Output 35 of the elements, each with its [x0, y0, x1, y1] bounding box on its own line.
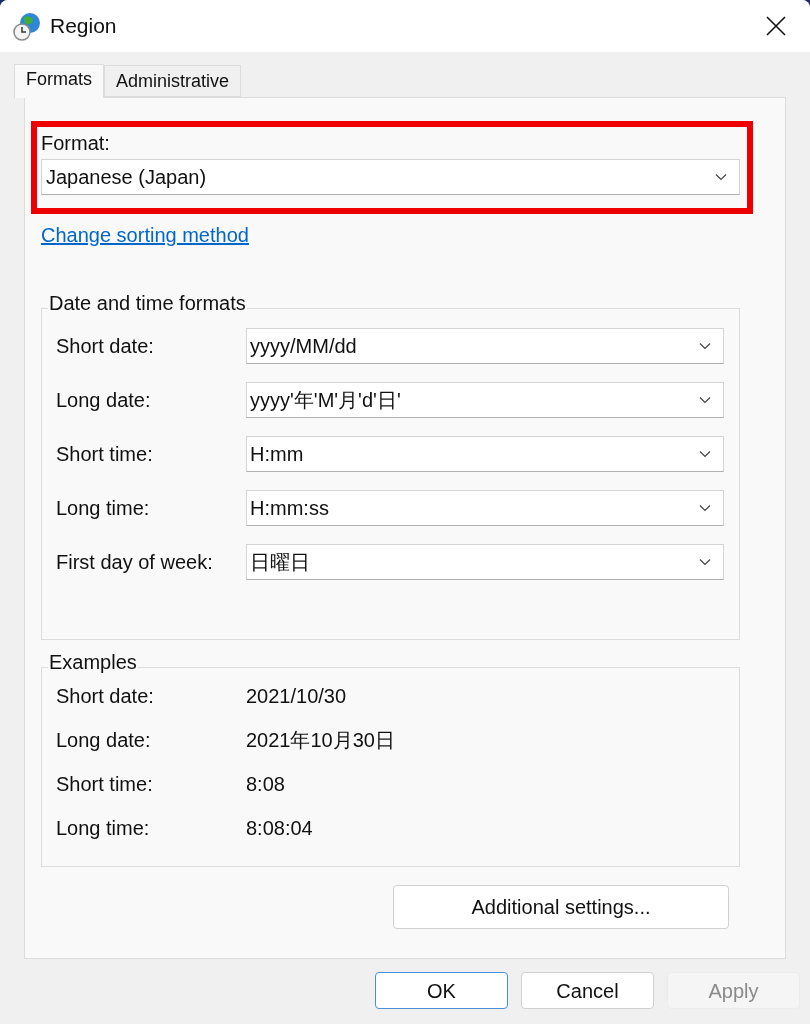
example-value: 8:08:04: [246, 816, 313, 841]
field-label: Long time:: [56, 496, 151, 521]
dropdown[interactable]: yyyy'年'M'月'd'日': [246, 382, 724, 418]
dropdown[interactable]: Japanese (Japan): [41, 159, 740, 195]
field-label: Long date:: [56, 388, 152, 413]
example-value: 2021/10/30: [246, 684, 347, 709]
window-title: Region: [50, 13, 117, 40]
chevron-down-icon: [699, 396, 711, 404]
chevron-down-icon: [699, 450, 711, 458]
dropdown[interactable]: yyyy/MM/dd: [246, 328, 724, 364]
example-label: Long time:: [56, 816, 151, 841]
dropdown[interactable]: H:mm: [246, 436, 724, 472]
sorting-link[interactable]: Change sorting method: [41, 220, 249, 250]
format-label: Format:: [41, 131, 111, 156]
chevron-down-icon: [699, 342, 711, 350]
tab[interactable]: Formats: [14, 64, 104, 98]
example-label: Short date:: [56, 684, 155, 709]
chevron-down-icon: [699, 558, 711, 566]
additional-settings-button[interactable]: Additional settings...: [393, 885, 729, 929]
example-label: Short time:: [56, 772, 154, 797]
dialog-button[interactable]: Cancel: [521, 972, 654, 1009]
dialog-button[interactable]: OK: [375, 972, 508, 1009]
field-label: Short date:: [56, 334, 155, 359]
globe-clock-icon: [12, 11, 42, 41]
close-icon: [766, 16, 786, 36]
tab[interactable]: Administrative: [104, 65, 242, 97]
dropdown[interactable]: 日曜日: [246, 544, 724, 580]
example-value: 8:08: [246, 772, 285, 797]
dropdown[interactable]: H:mm:ss: [246, 490, 724, 526]
field-label: First day of week:: [56, 550, 214, 575]
field-label: Short time:: [56, 442, 154, 467]
example-label: Long date:: [56, 728, 152, 753]
chevron-down-icon: [715, 173, 727, 181]
example-value: 2021年10月30日: [246, 728, 395, 753]
chevron-down-icon: [699, 504, 711, 512]
